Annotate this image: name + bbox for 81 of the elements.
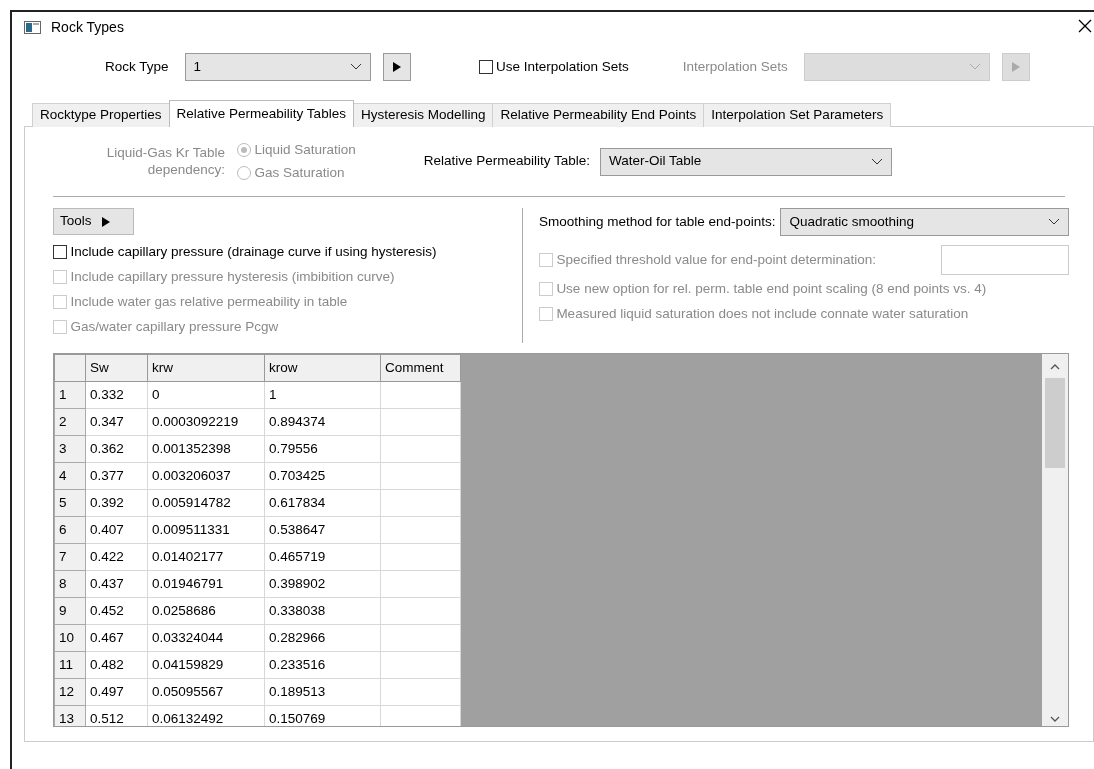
- tab[interactable]: Hysteresis Modelling: [352, 103, 494, 127]
- row-number: 6: [54, 516, 86, 544]
- table-cell: 0.233516: [264, 651, 381, 679]
- table-cell: 0.437: [85, 570, 148, 598]
- table-cell: 0.332: [85, 381, 148, 409]
- column-header: krow: [264, 354, 381, 382]
- table-cell: 0.703425: [264, 462, 381, 490]
- row-number: 8: [54, 570, 86, 598]
- row-number: 11: [54, 651, 86, 679]
- caret-icon: [1048, 218, 1060, 226]
- table-cell: 0.392: [85, 489, 148, 517]
- table-cell: 0.347: [85, 408, 148, 436]
- caret-icon: [349, 63, 362, 71]
- row-number: 5: [54, 489, 86, 517]
- tab[interactable]: Relative Permeability Tables: [168, 100, 354, 127]
- rock-type-dropdown[interactable]: 1: [184, 53, 371, 81]
- table-cell: 0.338038: [264, 597, 381, 625]
- table-cell: 0: [147, 381, 265, 409]
- table-cell: 0.005914782: [147, 489, 265, 517]
- table-cell: 0.01402177: [147, 543, 265, 571]
- row-number: 3: [54, 435, 86, 463]
- tab[interactable]: Interpolation Set Parameters: [703, 103, 892, 127]
- play-icon: [392, 62, 401, 72]
- interpolation-checkbox[interactable]: Use Interpolation Sets: [478, 56, 629, 78]
- table-cell: 0.001352398: [147, 435, 265, 463]
- tab[interactable]: Relative Permeability End Points: [492, 103, 705, 127]
- table-cell: 0.04159829: [147, 651, 265, 679]
- table-cell: 0.452: [85, 597, 148, 625]
- vertical-scrollbar[interactable]: [1042, 354, 1068, 726]
- interpolation-sets-label: Interpolation Sets: [682, 57, 788, 76]
- row-number: 12: [54, 678, 86, 706]
- tab[interactable]: Rocktype Properties: [32, 103, 170, 127]
- table-cell: 0.282966: [264, 624, 381, 652]
- caret-icon: [871, 157, 884, 166]
- table-cell: 0.0003092219: [147, 408, 265, 436]
- row-number: 9: [54, 597, 86, 625]
- table-cell: 0.497: [85, 678, 148, 706]
- table-cell: 0.79556: [264, 435, 381, 463]
- row-number: 1: [54, 381, 86, 409]
- table-cell: 0.189513: [264, 678, 381, 706]
- tools-button[interactable]: Tools: [53, 208, 134, 235]
- column-header: Sw: [85, 354, 148, 382]
- table-cell: 0.377: [85, 462, 148, 490]
- smoothing-dropdown[interactable]: Quadratic smoothing: [780, 208, 1069, 236]
- row-number: 2: [54, 408, 86, 436]
- next-button[interactable]: [382, 53, 411, 81]
- table-cell: 0.05095567: [147, 678, 265, 706]
- kr-dependency-label: Liquid-Gas Kr Table dependency:: [105, 144, 225, 179]
- row-number: 13: [54, 705, 86, 726]
- rock-type-label: Rock Type: [105, 57, 169, 76]
- window-title: Rock Types: [51, 17, 124, 37]
- relperm-table-dropdown[interactable]: Water-Oil Table: [600, 147, 893, 176]
- table-cell: 0.01946791: [147, 570, 265, 598]
- row-number: 4: [54, 462, 86, 490]
- play-icon: [101, 216, 110, 227]
- table-cell: 0.467: [85, 624, 148, 652]
- table-cell: 0.407: [85, 516, 148, 544]
- relperm-table-label: Relative Permeability Table:: [423, 152, 591, 171]
- smoothing-label: Smoothing method for table end-points:: [539, 212, 776, 231]
- play-icon: [1011, 62, 1020, 72]
- option-checkbox[interactable]: Include capillary pressure (drainage curve if using hysteresis): [53, 241, 437, 263]
- table-cell: 0.482: [85, 651, 148, 679]
- table-cell: 0.617834: [264, 489, 381, 517]
- table-cell: 0.362: [85, 435, 148, 463]
- table-cell: 0.003206037: [147, 462, 265, 490]
- table-cell: 0.03324044: [147, 624, 265, 652]
- table-cell: 1: [264, 381, 381, 409]
- table-cell: 0.465719: [264, 543, 381, 571]
- table-cell: 0.009511331: [147, 516, 265, 544]
- table-cell: 0.422: [85, 543, 148, 571]
- scrollbar-thumb[interactable]: [1045, 378, 1065, 468]
- column-header: krw: [147, 354, 265, 382]
- window-icon: [24, 20, 41, 34]
- row-number: 7: [54, 543, 86, 571]
- caret-icon: [968, 63, 981, 71]
- table-cell: 0.894374: [264, 408, 381, 436]
- column-header: Comment: [380, 354, 461, 382]
- table-cell: 0.538647: [264, 516, 381, 544]
- row-number: 10: [54, 624, 86, 652]
- table-cell: 0.398902: [264, 570, 381, 598]
- table-cell: 0.0258686: [147, 597, 265, 625]
